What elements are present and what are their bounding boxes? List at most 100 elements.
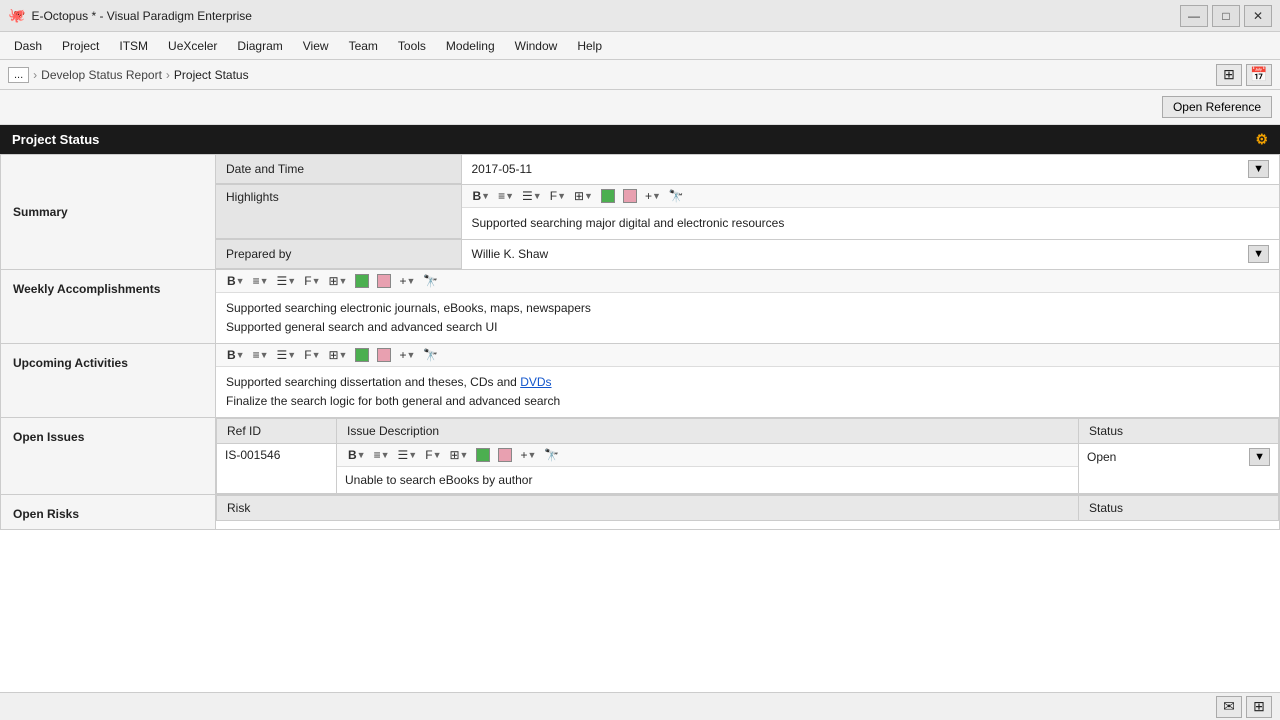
app-icon: 🐙 [8, 7, 25, 24]
summary-row: Summary Date and Time 2017-05-11 ▼ [1, 155, 1280, 185]
date-label: Date and Time [216, 155, 461, 183]
breadcrumb-dots-button[interactable]: ... [8, 67, 29, 83]
title-bar: 🐙 E-Octopus * - Visual Paradigm Enterpri… [0, 0, 1280, 32]
tb-color-pink[interactable] [620, 188, 640, 204]
weekly-tb-font[interactable]: F▼ [301, 273, 323, 289]
highlights-value-cell: B▼ ≡▼ ☰▼ F▼ ⊞▼ +▼ 🔭 [461, 185, 1279, 239]
tb-align[interactable]: ≡▼ [495, 188, 517, 204]
highlights-toolbar: B▼ ≡▼ ☰▼ F▼ ⊞▼ +▼ 🔭 [462, 185, 1280, 208]
issue-status-value-0: Open [1087, 450, 1116, 464]
panel-header: Project Status ⚙ [0, 125, 1280, 154]
menu-item-diagram[interactable]: Diagram [227, 35, 292, 57]
menu-item-itsm[interactable]: ITSM [109, 35, 158, 57]
upcoming-tb-font[interactable]: F▼ [301, 347, 323, 363]
breadcrumb-icon-calendar[interactable]: 📅 [1246, 64, 1272, 86]
tb-list[interactable]: ☰▼ [519, 188, 545, 204]
issue-toolbar-0: B▼ ≡▼ ☰▼ F▼ ⊞▼ +▼ 🔭 [337, 444, 1078, 467]
prepared-by-value-cell: Willie K. Shaw ▼ [461, 240, 1279, 268]
issue-desc-text-0[interactable]: Unable to search eBooks by author [345, 471, 1070, 489]
issue-status-dropdown-0[interactable]: ▼ [1249, 448, 1270, 466]
dvds-link[interactable]: DVDs [520, 375, 551, 389]
open-issues-row: Open Issues Ref ID Issue Description Sta… [1, 418, 1280, 495]
issue-tb-green[interactable] [473, 447, 493, 463]
open-risks-label: Open Risks [1, 495, 216, 530]
upcoming-tb-table[interactable]: ⊞▼ [325, 347, 350, 363]
prepared-by-cell: Prepared by Willie K. Shaw ▼ [216, 240, 1280, 270]
breadcrumb-arrow-1: › [33, 68, 37, 82]
menu-item-help[interactable]: Help [567, 35, 612, 57]
upcoming-tb-add[interactable]: +▼ [396, 347, 418, 363]
open-issues-cell: Ref ID Issue Description Status IS-00154… [216, 418, 1280, 495]
weekly-tb-bold[interactable]: B▼ [224, 273, 248, 289]
breadcrumb-item-1[interactable]: Develop Status Report [41, 68, 162, 82]
content-area: Open Reference Project Status ⚙ Summary … [0, 90, 1280, 720]
upcoming-tb-bold[interactable]: B▼ [224, 347, 248, 363]
issue-tb-list[interactable]: ☰▼ [395, 447, 421, 463]
weekly-tb-pink[interactable] [374, 273, 394, 289]
upcoming-tb-align[interactable]: ≡▼ [250, 347, 272, 363]
bottom-toolbar: ✉ ⊞ [0, 692, 1280, 720]
close-button[interactable]: ✕ [1244, 5, 1272, 27]
upcoming-tb-pink[interactable] [374, 347, 394, 363]
upcoming-label: Upcoming Activities [1, 344, 216, 418]
panel-title: Project Status [12, 132, 99, 147]
menu-item-modeling[interactable]: Modeling [436, 35, 505, 57]
table-button[interactable]: ⊞ [1246, 696, 1272, 718]
main-form-table: Summary Date and Time 2017-05-11 ▼ [0, 154, 1280, 530]
prepared-by-wrapper: Willie K. Shaw ▼ [462, 240, 1280, 268]
minimize-button[interactable]: — [1180, 5, 1208, 27]
prepared-by-dropdown-button[interactable]: ▼ [1248, 245, 1269, 263]
menu-bar: Dash Project ITSM UeXceler Diagram View … [0, 32, 1280, 60]
issue-tb-bold[interactable]: B▼ [345, 447, 369, 463]
weekly-tb-add[interactable]: +▼ [396, 273, 418, 289]
menu-item-project[interactable]: Project [52, 35, 109, 57]
issue-tb-align[interactable]: ≡▼ [371, 447, 393, 463]
weekly-tb-binoculars[interactable]: 🔭 [420, 273, 441, 289]
weekly-tb-green[interactable] [352, 273, 372, 289]
maximize-button[interactable]: □ [1212, 5, 1240, 27]
issue-tb-table[interactable]: ⊞▼ [446, 447, 471, 463]
upcoming-cell: B▼ ≡▼ ☰▼ F▼ ⊞▼ +▼ 🔭 Supported searching … [216, 344, 1280, 418]
menu-item-team[interactable]: Team [339, 35, 388, 57]
menu-item-dash[interactable]: Dash [4, 35, 52, 57]
highlights-cell: Highlights B▼ ≡▼ ☰▼ F▼ ⊞▼ [216, 184, 1280, 240]
weekly-text[interactable]: Supported searching electronic journals,… [216, 293, 1279, 343]
breadcrumb-icon-table[interactable]: ⊞ [1216, 64, 1242, 86]
tb-table[interactable]: ⊞▼ [571, 188, 596, 204]
upcoming-line-2: Finalize the search logic for both gener… [226, 392, 1269, 411]
issue-tb-pink[interactable] [495, 447, 515, 463]
prepared-by-value: Willie K. Shaw [472, 247, 549, 261]
tb-binoculars[interactable]: 🔭 [666, 188, 687, 204]
panel-settings-icon[interactable]: ⚙ [1255, 131, 1268, 148]
upcoming-tb-binoculars[interactable]: 🔭 [420, 347, 441, 363]
window-title: E-Octopus * - Visual Paradigm Enterprise [31, 9, 1180, 23]
summary-date-cell: Date and Time 2017-05-11 ▼ [216, 155, 1280, 185]
upcoming-line-1: Supported searching dissertation and the… [226, 373, 1269, 392]
weekly-tb-list[interactable]: ☰▼ [274, 273, 300, 289]
weekly-tb-align[interactable]: ≡▼ [250, 273, 272, 289]
issue-tb-add[interactable]: +▼ [517, 447, 539, 463]
open-reference-button[interactable]: Open Reference [1162, 96, 1272, 118]
issues-data-row-0: IS-001546 B▼ ≡▼ ☰▼ F▼ ⊞▼ [217, 444, 1279, 494]
date-dropdown-button[interactable]: ▼ [1248, 160, 1269, 178]
upcoming-text[interactable]: Supported searching dissertation and the… [216, 367, 1279, 417]
upcoming-tb-list[interactable]: ☰▼ [274, 347, 300, 363]
highlights-text[interactable]: Supported searching major digital and el… [462, 208, 1280, 239]
weekly-tb-table[interactable]: ⊞▼ [325, 273, 350, 289]
menu-item-uexceler[interactable]: UeXceler [158, 35, 227, 57]
tb-bold[interactable]: B▼ [470, 188, 494, 204]
tb-add[interactable]: +▼ [642, 188, 664, 204]
tb-font[interactable]: F▼ [547, 188, 569, 204]
breadcrumb-bar: ... › Develop Status Report › Project St… [0, 60, 1280, 90]
upcoming-tb-green[interactable] [352, 347, 372, 363]
issue-tb-font[interactable]: F▼ [422, 447, 444, 463]
date-value-wrapper: 2017-05-11 ▼ [462, 155, 1280, 183]
tb-color-green[interactable] [598, 188, 618, 204]
issue-tb-binoculars[interactable]: 🔭 [541, 447, 562, 463]
issues-table: Ref ID Issue Description Status IS-00154… [216, 418, 1279, 494]
upcoming-row: Upcoming Activities B▼ ≡▼ ☰▼ F▼ ⊞▼ +▼ 🔭 [1, 344, 1280, 418]
menu-item-view[interactable]: View [293, 35, 339, 57]
email-button[interactable]: ✉ [1216, 696, 1242, 718]
menu-item-tools[interactable]: Tools [388, 35, 436, 57]
menu-item-window[interactable]: Window [505, 35, 568, 57]
